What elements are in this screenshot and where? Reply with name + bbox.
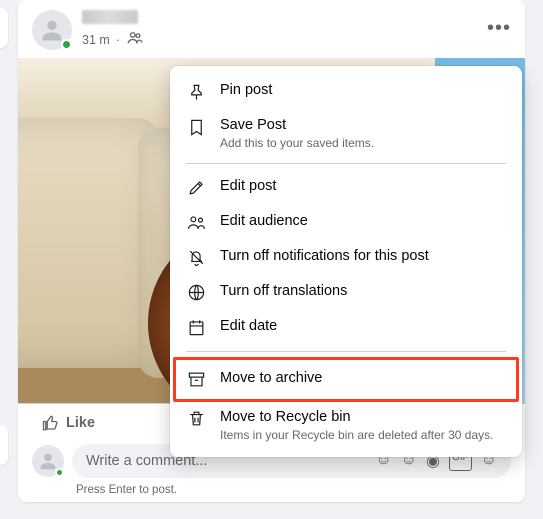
audience-icon (186, 213, 206, 233)
comment-hint: Press Enter to post. (18, 482, 525, 502)
menu-turn-off-translations[interactable]: Turn off translations (170, 275, 522, 310)
post-timestamp[interactable]: 31 m (82, 33, 110, 47)
pencil-icon (186, 178, 206, 198)
bell-off-icon (186, 248, 206, 268)
menu-edit-audience[interactable]: Edit audience (170, 205, 522, 240)
my-avatar[interactable] (32, 445, 64, 477)
trash-icon (186, 409, 206, 429)
archive-icon (186, 370, 206, 390)
menu-edit-date[interactable]: Edit date (170, 310, 522, 345)
online-indicator (55, 468, 64, 477)
avatar[interactable] (32, 10, 72, 50)
bookmark-icon (186, 117, 206, 137)
friends-icon[interactable] (126, 29, 144, 50)
menu-pin-post[interactable]: Pin post (170, 74, 522, 109)
post-options-menu: Pin post Save Post Add this to your save… (170, 66, 522, 457)
menu-move-to-recycle-bin[interactable]: Move to Recycle bin Items in your Recycl… (170, 401, 522, 449)
menu-divider (186, 163, 506, 164)
globe-icon (186, 283, 206, 303)
post-options-button[interactable]: ••• (483, 12, 515, 44)
online-indicator (61, 39, 72, 50)
menu-move-to-archive[interactable]: Move to archive (170, 358, 522, 401)
post-subline: 31 m · (82, 29, 144, 50)
menu-edit-post[interactable]: Edit post (170, 170, 522, 205)
pin-icon (186, 82, 206, 102)
menu-save-post[interactable]: Save Post Add this to your saved items. (170, 109, 522, 157)
author-name[interactable] (82, 10, 138, 24)
post-header: 31 m · ••• (18, 10, 525, 58)
prev-card-stub-2 (0, 425, 8, 465)
prev-card-stub (0, 8, 8, 48)
calendar-icon (186, 318, 206, 338)
menu-turn-off-notifications[interactable]: Turn off notifications for this post (170, 240, 522, 275)
like-button[interactable]: Like (32, 408, 105, 438)
like-label: Like (66, 415, 95, 431)
menu-divider (186, 351, 506, 352)
